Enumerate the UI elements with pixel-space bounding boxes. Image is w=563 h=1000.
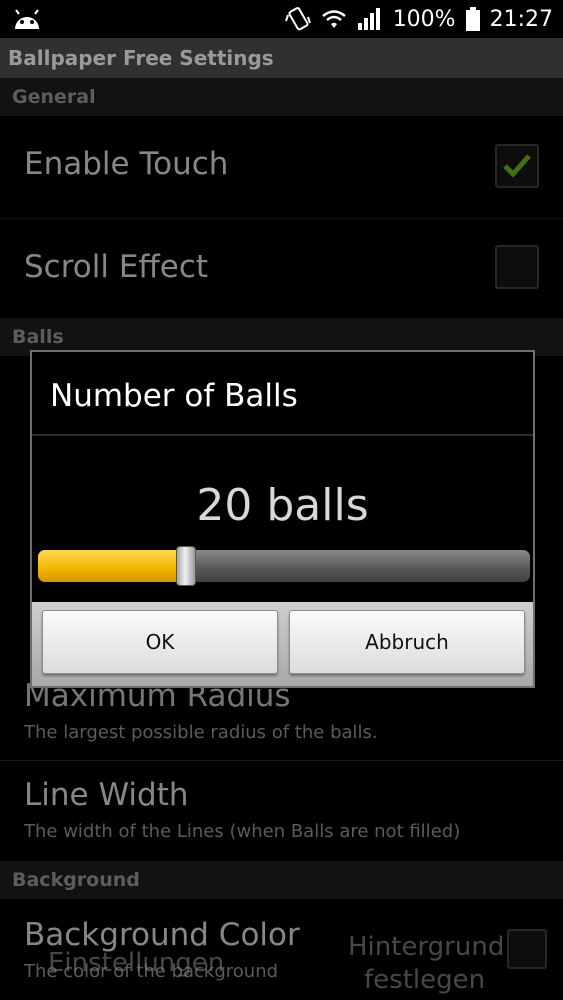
dialog-button-bar: OK Abbruch xyxy=(32,602,533,686)
dialog-title-divider xyxy=(32,434,533,436)
ok-button[interactable]: OK xyxy=(42,610,278,674)
battery-icon xyxy=(465,7,480,31)
balls-slider-thumb[interactable] xyxy=(176,546,196,586)
balls-slider-fill xyxy=(38,550,186,582)
vibrate-icon xyxy=(284,7,311,31)
battery-percent: 100% xyxy=(392,6,456,32)
balls-slider-track[interactable] xyxy=(38,550,530,582)
number-of-balls-dialog: Number of Balls 20 balls OK Abbruch xyxy=(30,350,535,688)
dialog-title: Number of Balls xyxy=(50,378,298,414)
app-title: Ballpaper Free Settings xyxy=(0,38,563,78)
signal-icon xyxy=(357,8,380,30)
balls-count-value: 20 balls xyxy=(196,480,369,531)
android-icon xyxy=(15,9,39,29)
wifi-icon xyxy=(321,10,346,28)
clock: 21:27 xyxy=(489,6,553,32)
status-bar: 100% 21:27 xyxy=(0,0,563,38)
cancel-button[interactable]: Abbruch xyxy=(289,610,525,674)
